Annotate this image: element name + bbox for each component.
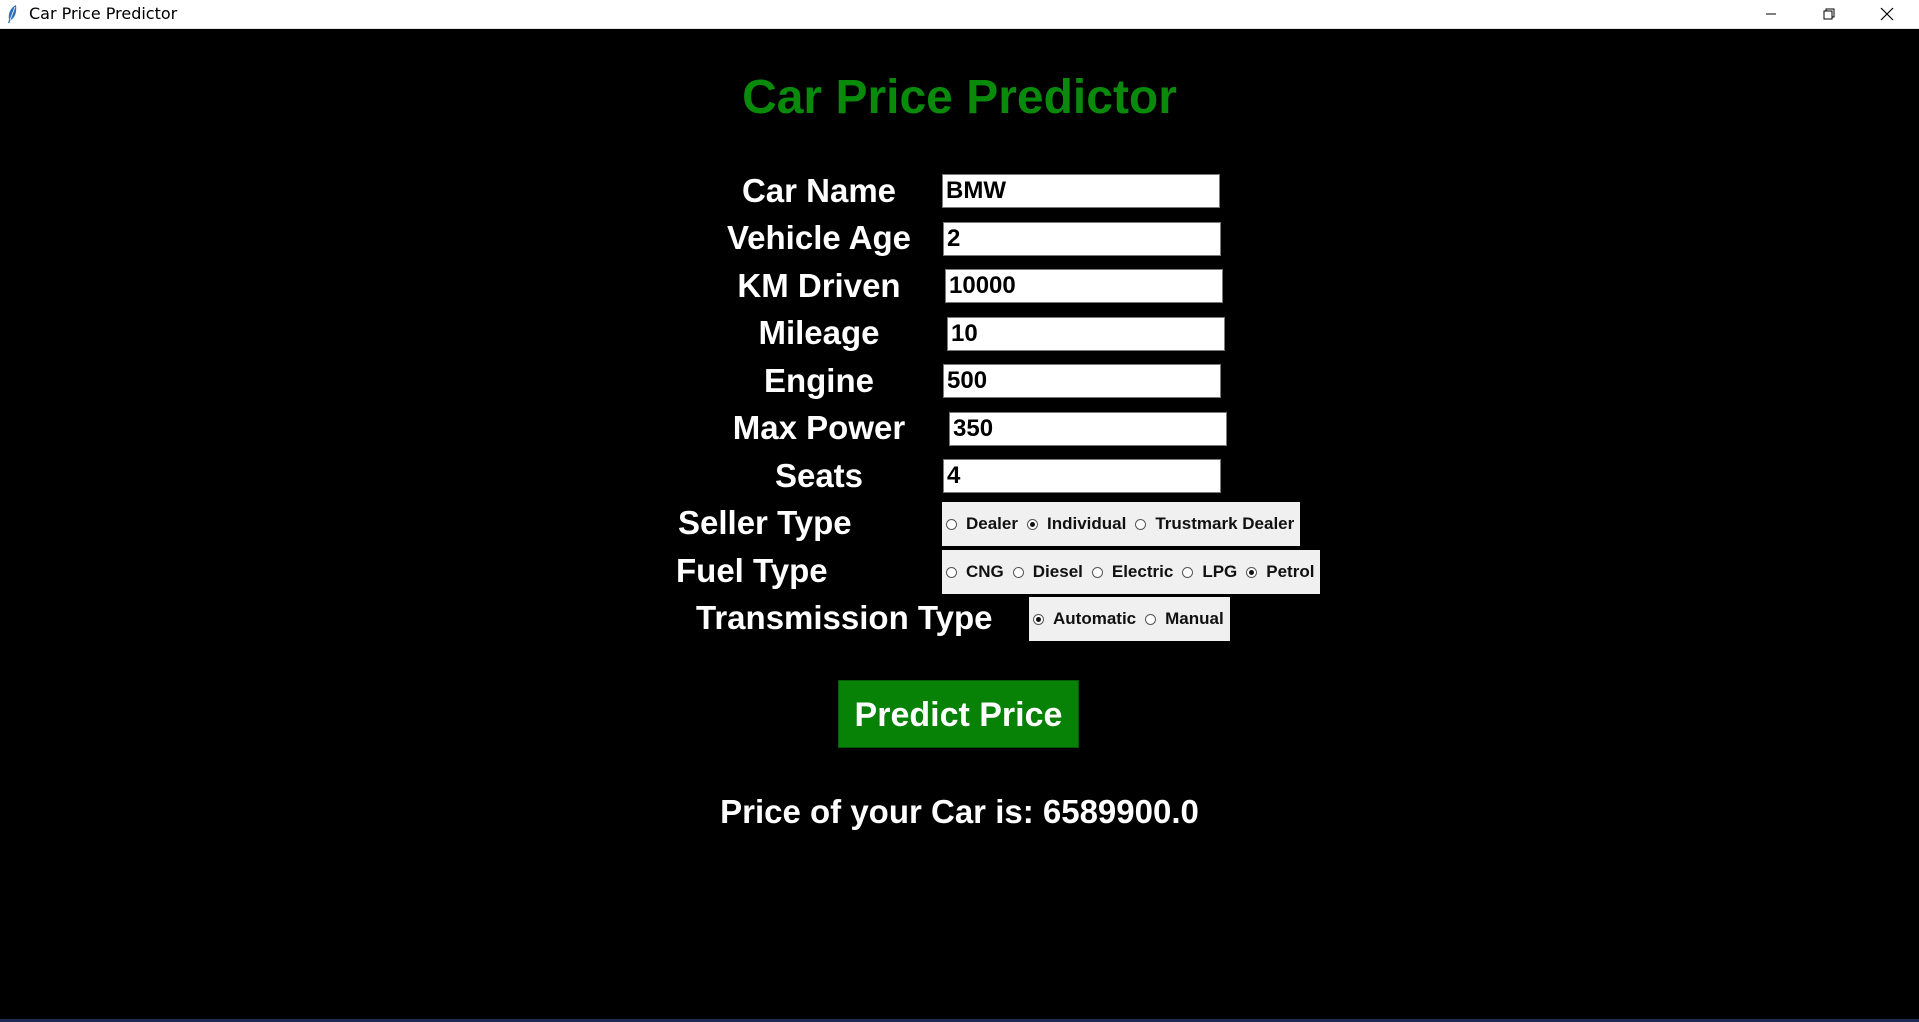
radio-selected-icon (1033, 613, 1044, 625)
close-icon (1880, 7, 1894, 21)
close-button[interactable] (1858, 0, 1916, 28)
predict-price-button[interactable]: Predict Price (838, 680, 1079, 748)
radio-label: Petrol (1266, 562, 1315, 581)
radio-circle-icon (1091, 566, 1103, 578)
vehicle-age-input[interactable] (943, 222, 1221, 256)
radio-selected-icon (1026, 518, 1038, 530)
label-max-power: Max Power (732, 409, 906, 446)
radio-seller-individual[interactable]: Individual (1026, 514, 1127, 534)
transmission-type-radio-group: Automatic Manual (1029, 597, 1230, 641)
radio-seller-trustmark-dealer[interactable]: Trustmark Dealer (1135, 514, 1294, 534)
window-titlebar: Car Price Predictor (0, 0, 1919, 29)
page-title: Car Price Predictor (742, 71, 1177, 124)
label-car-name: Car Name (741, 172, 897, 209)
car-name-input[interactable] (942, 174, 1220, 208)
seats-input[interactable] (943, 459, 1221, 493)
feather-icon (8, 5, 17, 23)
radio-fuel-lpg[interactable]: LPG (1182, 562, 1237, 582)
label-fuel-type: Fuel Type (676, 552, 828, 589)
minimize-button[interactable] (1742, 0, 1800, 28)
engine-input[interactable] (943, 364, 1221, 398)
radio-label: CNG (966, 562, 1004, 581)
radio-transmission-manual[interactable]: Manual (1145, 609, 1224, 629)
max-power-input[interactable] (949, 412, 1227, 446)
radio-label: Dealer (966, 514, 1018, 533)
radio-label: Electric (1111, 562, 1174, 581)
label-km-driven: KM Driven (737, 267, 901, 304)
radio-label: LPG (1202, 562, 1238, 581)
prediction-result: Price of your Car is: 6589900.0 (720, 793, 1199, 830)
restore-icon (1823, 8, 1835, 20)
label-seller-type: Seller Type (678, 504, 852, 541)
label-mileage: Mileage (758, 314, 880, 351)
radio-fuel-petrol[interactable]: Petrol (1246, 562, 1314, 582)
radio-label: Individual (1046, 514, 1127, 533)
radio-label: Trustmark Dealer (1155, 514, 1295, 533)
radio-circle-icon (1012, 566, 1024, 578)
radio-circle-icon (1135, 518, 1147, 530)
radio-label: Automatic (1053, 609, 1137, 628)
restore-button[interactable] (1800, 0, 1858, 28)
radio-fuel-electric[interactable]: Electric (1091, 562, 1174, 582)
radio-circle-icon (1145, 613, 1157, 625)
label-engine: Engine (763, 362, 874, 399)
minimize-icon (1766, 13, 1776, 15)
radio-selected-icon (1246, 566, 1258, 578)
seller-type-radio-group: Dealer Individual Trustmark Dealer (942, 502, 1301, 546)
label-transmission-type: Transmission Type (696, 599, 993, 636)
radio-circle-icon (946, 518, 957, 530)
mileage-input[interactable] (947, 317, 1225, 351)
radio-label: Diesel (1032, 562, 1083, 581)
label-vehicle-age: Vehicle Age (726, 219, 912, 256)
fuel-type-radio-group: CNG Diesel Electric LPG Petrol (942, 550, 1321, 594)
radio-fuel-diesel[interactable]: Diesel (1012, 562, 1083, 582)
radio-fuel-cng[interactable]: CNG (946, 562, 1004, 582)
radio-circle-icon (946, 566, 957, 578)
radio-circle-icon (1182, 566, 1194, 578)
radio-seller-dealer[interactable]: Dealer (946, 514, 1018, 534)
km-driven-input[interactable] (945, 269, 1223, 303)
radio-label: Manual (1165, 609, 1224, 628)
label-seats: Seats (774, 457, 864, 494)
radio-transmission-automatic[interactable]: Automatic (1033, 609, 1136, 629)
window-title: Car Price Predictor (29, 4, 178, 23)
